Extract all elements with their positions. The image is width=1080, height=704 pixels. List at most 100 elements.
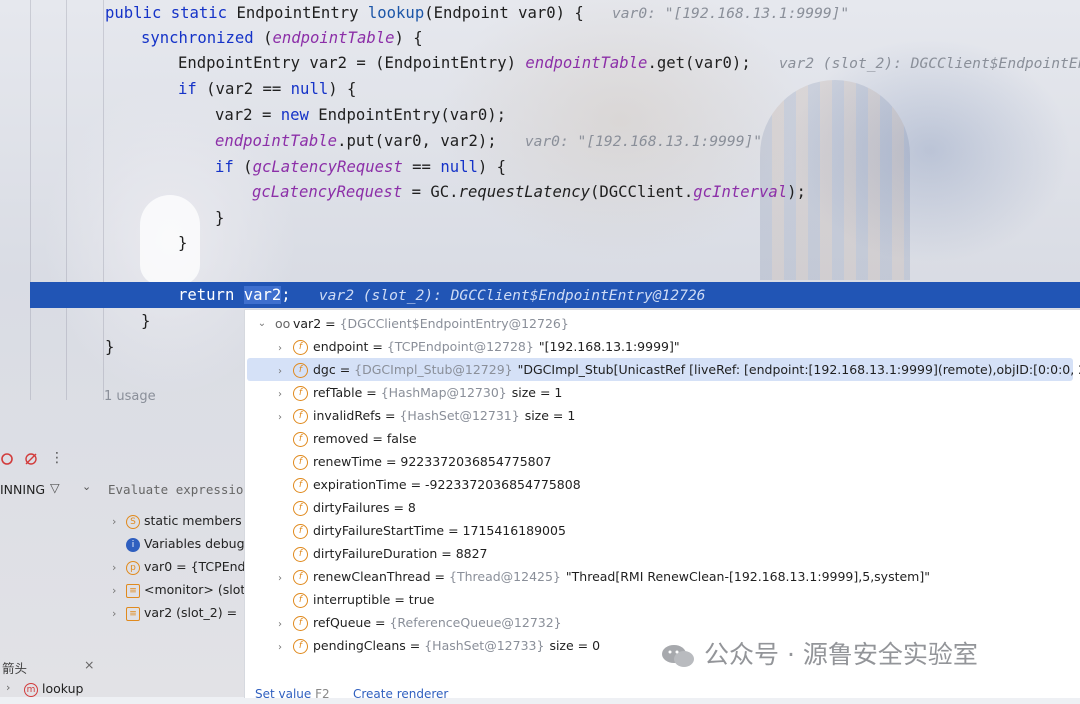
chevron-right-icon[interactable]: › <box>275 567 285 590</box>
code-token: endpointTable <box>525 54 648 72</box>
field-value: "[192.168.13.1:9999]" <box>538 339 680 354</box>
rerun-icon[interactable] <box>0 452 14 466</box>
code-token: if <box>215 158 244 176</box>
field-name: dirtyFailureStartTime <box>313 523 445 538</box>
field-row-invalidrefs[interactable]: › f invalidRefs = {HashSet@12731} size = 1 <box>245 404 1080 427</box>
code-token: synchronized <box>141 29 264 47</box>
field-row-endpoint[interactable]: › f endpoint = {TCPEndpoint@12728} "[192.16… <box>245 335 1080 358</box>
field-icon: f <box>293 432 308 447</box>
field-type: {HashMap@12730} <box>380 385 507 400</box>
field-icon: f <box>293 547 308 562</box>
field-row-refqueue[interactable]: › f refQueue = {ReferenceQueue@12732} <box>245 611 1080 634</box>
field-icon: f <box>293 363 308 378</box>
field-row-reftable[interactable]: › f refTable = {HashMap@12730} size = 1 <box>245 381 1080 404</box>
code-line[interactable]: synchronized (endpointTable) { <box>141 25 423 51</box>
equals-sign: = <box>362 385 381 400</box>
variable-row[interactable]: › p var0 = {TCPEnd <box>0 555 245 578</box>
field-row-dgc[interactable]: › f dgc = {DGCImpl_Stub@12729} "DGCImpl_Stu… <box>247 358 1080 383</box>
code-token: new <box>280 106 319 124</box>
field-row-dirtyfailureduration[interactable]: f dirtyFailureDuration = 8827 <box>245 542 1080 565</box>
code-token: .put(var0, var2); <box>337 132 525 150</box>
set-value-label: Set value <box>255 687 312 701</box>
filter-icon[interactable]: ▽ <box>50 480 60 495</box>
chevron-down-icon[interactable]: ⌄ <box>82 480 91 493</box>
swan-decoration <box>140 195 200 285</box>
set-value-link[interactable]: Set value F2 <box>255 684 330 704</box>
field-name: pendingCleans <box>313 638 406 653</box>
inline-value-hint: var0: "[192.168.13.1:9999]" <box>611 5 850 22</box>
equals-sign: = <box>430 569 449 584</box>
code-token: ) { <box>394 29 423 47</box>
field-row-removed[interactable]: f removed = false <box>245 427 1080 450</box>
chevron-right-icon[interactable]: › <box>275 636 285 659</box>
code-token: gcLatencyRequest <box>252 158 403 176</box>
code-line[interactable]: var2 = new EndpointEntry(var0); <box>215 102 506 128</box>
tree-root-row[interactable]: ⌄ oo var2 = {DGCClient$EndpointEntry@127… <box>245 312 1080 335</box>
chevron-right-icon[interactable]: › <box>112 602 126 625</box>
code-token: == <box>402 158 441 176</box>
create-renderer-link[interactable]: Create renderer <box>353 684 448 704</box>
code-line[interactable]: } <box>215 205 224 231</box>
popup-footer: Set value F2 Create renderer <box>245 684 1080 704</box>
field-value: -9223372036854775808 <box>425 477 581 492</box>
variables-list: › Sstatic members i Variables debug › p var0 … <box>0 506 245 656</box>
code-token: null <box>290 80 329 98</box>
variable-kind-icon: ≡ <box>126 606 140 621</box>
variable-label: Variables debug <box>144 536 245 551</box>
field-name: dirtyFailureDuration <box>313 546 438 561</box>
chevron-right-icon[interactable]: › <box>112 510 126 533</box>
code-token: endpointTable <box>272 29 395 47</box>
chevron-right-icon[interactable]: › <box>275 337 285 360</box>
field-type: {Thread@12425} <box>449 569 561 584</box>
code-line[interactable]: endpointTable.put(var0, var2); var0: "[1… <box>215 128 762 154</box>
frames-list: 箭头 × › m lookup <box>0 656 244 697</box>
code-token: = GC. <box>402 183 459 201</box>
code-token: (DGCClient. <box>590 183 694 201</box>
variable-row[interactable]: › ≡ <monitor> (slot <box>0 578 245 601</box>
chevron-right-icon[interactable]: › <box>112 556 126 579</box>
field-row-interruptible[interactable]: f interruptible = true <box>245 588 1080 611</box>
code-line[interactable]: } <box>178 230 187 256</box>
code-line[interactable]: if (gcLatencyRequest == null) { <box>215 154 506 180</box>
variable-row[interactable]: › ≡ var2 (slot_2) = <box>0 601 237 624</box>
field-name: expirationTime <box>313 477 407 492</box>
field-value: false <box>386 431 417 446</box>
field-row-dirtyfailures[interactable]: f dirtyFailures = 8 <box>245 496 1080 519</box>
field-row-renewtime[interactable]: f renewTime = 9223372036854775807 <box>245 450 1080 473</box>
evaluate-expression-input[interactable]: Evaluate expressio <box>108 482 243 497</box>
chevron-right-icon[interactable]: › <box>275 613 285 636</box>
code-line[interactable]: } <box>141 308 150 334</box>
field-row-renewcleanthread[interactable]: › f renewCleanThread = {Thread@12425} "Thre… <box>245 565 1080 588</box>
chevron-right-icon[interactable]: › <box>112 579 126 602</box>
code-token: gcLatencyRequest <box>252 183 403 201</box>
field-value: size = 1 <box>511 385 563 400</box>
close-icon[interactable]: × <box>84 657 94 672</box>
code-line[interactable]: EndpointEntry var2 = (EndpointEntry) end… <box>178 50 1080 76</box>
equals-sign: = <box>381 454 401 469</box>
field-type: {TCPEndpoint@12728} <box>386 339 534 354</box>
code-token: } <box>178 234 188 252</box>
equals-sign: = <box>390 592 409 607</box>
frame-item-lookup[interactable]: lookup <box>42 681 83 696</box>
code-line[interactable]: gcLatencyRequest = GC.requestLatency(DGC… <box>252 179 806 205</box>
equals-sign: = <box>371 615 390 630</box>
field-name: dgc <box>313 362 336 377</box>
field-row-expirationtime[interactable]: f expirationTime = -9223372036854775808 <box>245 473 1080 496</box>
root-type: {DGCClient$EndpointEntry@12726} <box>339 316 569 331</box>
variable-row[interactable]: › Sstatic members <box>0 509 242 532</box>
more-options-icon[interactable]: ⋮ <box>50 450 64 466</box>
indent-guide <box>66 0 67 400</box>
code-line[interactable]: if (var2 == null) { <box>178 76 356 102</box>
chevron-down-icon[interactable]: ⌄ <box>257 312 267 335</box>
variable-row[interactable]: i Variables debug <box>0 532 245 555</box>
usage-hint[interactable]: 1 usage <box>104 389 156 404</box>
chevron-right-icon[interactable]: › <box>275 406 285 429</box>
mute-breakpoints-icon[interactable] <box>24 452 38 466</box>
code-line[interactable]: } <box>105 334 114 360</box>
code-line[interactable]: public static EndpointEntry lookup(Endpo… <box>105 0 849 26</box>
equals-sign: = <box>335 362 355 377</box>
field-row-dirtyfailurestarttime[interactable]: f dirtyFailureStartTime = 1715416189005 <box>245 519 1080 542</box>
chevron-right-icon[interactable]: › <box>275 383 285 406</box>
chevron-right-icon[interactable]: › <box>275 360 285 383</box>
code-line-current[interactable]: return var2; var2 (slot_2): DGCClient$En… <box>178 282 705 308</box>
